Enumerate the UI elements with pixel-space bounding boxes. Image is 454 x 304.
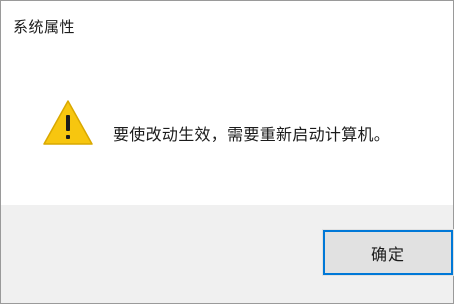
dialog-titlebar[interactable]: 系统属性 — [1, 1, 453, 47]
warning-icon — [43, 100, 93, 145]
dialog-title: 系统属性 — [13, 18, 76, 36]
ok-button-label: 确定 — [370, 244, 405, 264]
restart-message: 要使改动生效，需要重新启动计算机。 — [113, 125, 391, 144]
dialog-content: 要使改动生效，需要重新启动计算机。 — [1, 47, 453, 205]
ok-button[interactable]: 确定 — [322, 229, 454, 276]
dialog-footer: 确定 — [1, 205, 454, 303]
system-properties-dialog: 系统属性 要使改动生效，需要重新启动计算机。 确定 — [0, 0, 454, 304]
